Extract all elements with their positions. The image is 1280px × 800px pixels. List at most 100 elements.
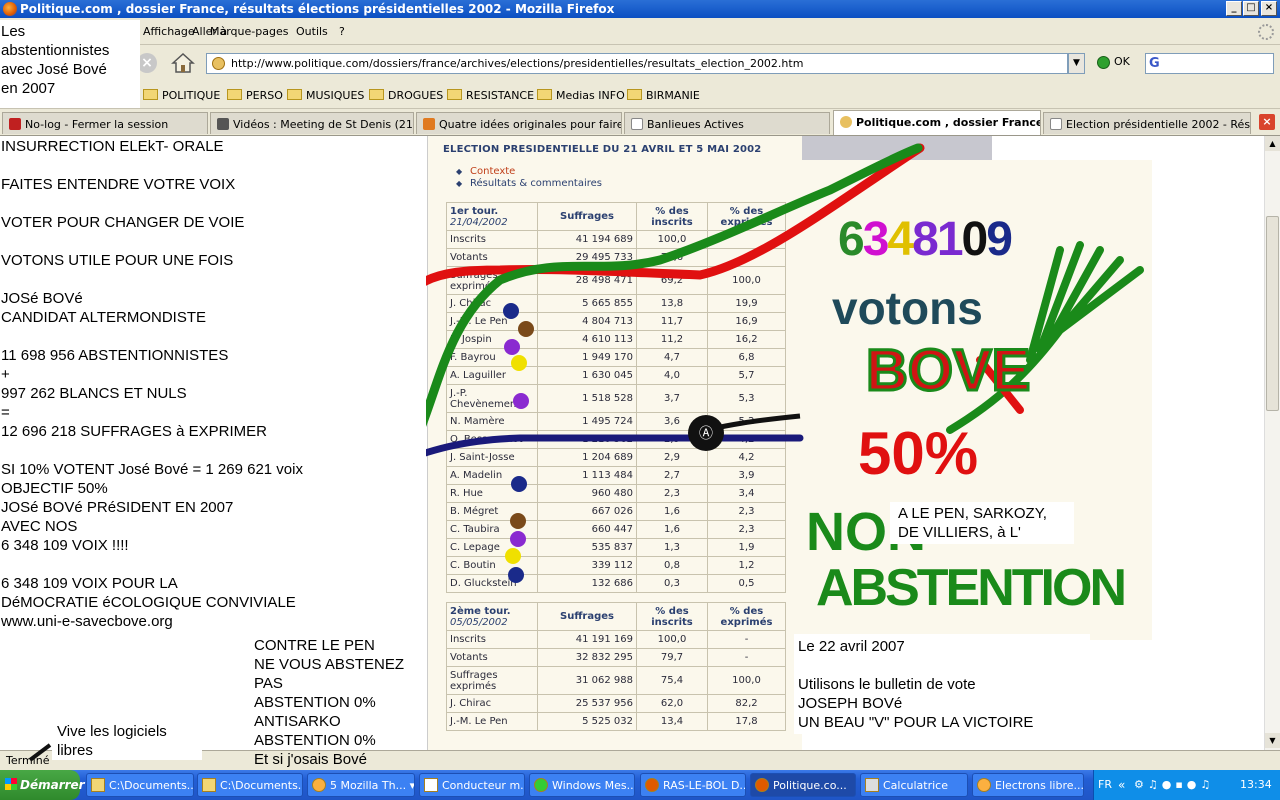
bookmark-perso[interactable]: PERSO (227, 89, 283, 102)
search-input[interactable]: G (1145, 53, 1274, 74)
menu-marque-pages[interactable]: Marque-pages (210, 25, 288, 38)
table-cell: 5 525 032 (537, 712, 637, 731)
table-cell: 17,8 (707, 712, 786, 731)
tab-bar: No-log - Fermer la session Vidéos : Meet… (0, 109, 1280, 136)
table-cell: 28 498 471 (537, 266, 637, 295)
table-cell: 2,7 (636, 466, 708, 485)
url-bar[interactable]: http://www.politique.com/dossiers/france… (206, 53, 1068, 74)
tab-videos[interactable]: Vidéos : Meeting de St Denis (21 f... (210, 112, 414, 134)
url-text: http://www.politique.com/dossiers/france… (231, 57, 804, 70)
go-button[interactable]: OK (1097, 55, 1130, 69)
row-label: F. Bayrou (446, 348, 538, 367)
table-cell: 1,6 (636, 520, 708, 539)
stop-icon[interactable]: × (137, 53, 157, 73)
messenger-icon (534, 778, 548, 792)
paint-digit: 9 (986, 213, 1013, 266)
table-cell: 2,9 (636, 448, 708, 467)
date-note-text: Le 22 avril 2007 Utilisons le bulletin d… (798, 638, 1034, 731)
table-cell: 5,7 (707, 366, 786, 385)
table-row: Inscrits 41 194 689 100,0 (446, 230, 786, 249)
close-button[interactable]: × (1261, 1, 1277, 16)
t2-exprimes-header: % des exprimés (707, 602, 786, 631)
table-cell: 100,0 (636, 630, 708, 649)
taskbar-item-documents-2[interactable]: C:\Documents... (197, 773, 303, 797)
minimize-button[interactable]: _ (1226, 1, 1242, 16)
maximize-button[interactable]: □ (1243, 1, 1259, 16)
tab-election-2002[interactable]: Election présidentielle 2002 - Résu... (1043, 112, 1251, 134)
first-round-table: 1er tour. 21/04/2002 Suffrages % des inscr… (446, 202, 786, 593)
paint-bove-text: BOVE (864, 337, 1031, 405)
scroll-up-icon[interactable]: ▲ (1265, 136, 1280, 151)
close-tab-icon[interactable]: × (1259, 114, 1275, 130)
table-cell: 19,9 (707, 294, 786, 313)
throbber-icon (1258, 24, 1274, 40)
row-label: Suffrages exprimés (446, 266, 538, 295)
home-icon[interactable] (170, 50, 196, 76)
row-label: J. Saint-Josse (446, 448, 538, 467)
tab-nolog[interactable]: No-log - Fermer la session (2, 112, 208, 134)
tab-favicon-icon (423, 118, 435, 130)
bookmark-medias-info[interactable]: Medias INFO (537, 89, 625, 102)
scroll-thumb[interactable] (1266, 216, 1279, 411)
bookmark-resistance[interactable]: RESISTANCE (447, 89, 534, 102)
url-dropdown-button[interactable]: ▼ (1068, 53, 1085, 74)
bookmark-birmanie[interactable]: BIRMANIE (627, 89, 700, 102)
scroll-down-icon[interactable]: ▼ (1265, 733, 1280, 748)
tab-label: Election présidentielle 2002 - Résu... (1066, 118, 1251, 131)
table-cell: 100,0 (707, 266, 786, 295)
taskbar-item-messenger[interactable]: Windows Mes... (529, 773, 635, 797)
taskbar-item-ras-le-bol[interactable]: RAS-LE-BOL D... (640, 773, 746, 797)
tray-icons[interactable]: ⚙♫●▪●♫ (1134, 778, 1214, 791)
table-row: C. Boutin 339 112 0,8 1,2 (446, 556, 786, 575)
taskbar-item-calculatrice[interactable]: Calculatrice (860, 773, 968, 797)
tray-expand-icon[interactable]: « (1118, 778, 1125, 792)
contre-le-pen-text: CONTRE LE PEN NE VOUS ABSTENEZ PAS ABSTE… (254, 637, 405, 768)
table-cell: - (707, 630, 786, 649)
table-cell: 41 191 169 (537, 630, 637, 649)
table-cell: 339 112 (537, 556, 637, 575)
table-cell: 16,9 (707, 312, 786, 331)
taskbar-item-politique-active[interactable]: Politique.co... (750, 773, 856, 797)
table-cell: 13,4 (636, 712, 708, 731)
taskbar-item-conducteur[interactable]: Conducteur m... (419, 773, 525, 797)
table-cell: 1,2 (707, 556, 786, 575)
vertical-scrollbar[interactable]: ▲ ▼ (1264, 136, 1280, 750)
table-row: Suffrages exprimés 31 062 988 75,4 100,0 (446, 666, 786, 695)
row-label: J.-M. Le Pen (446, 712, 538, 731)
paint-digit: 3 (862, 213, 890, 266)
table-cell: 82,2 (707, 694, 786, 713)
folder-icon (202, 778, 216, 792)
table-cell: 1 630 045 (537, 366, 637, 385)
le-pen-sarkozy-text: A LE PEN, SARKOZY, DE VILLIERS, à L' (898, 505, 1047, 541)
menu-outils[interactable]: Outils (296, 25, 328, 38)
tab-politique-active[interactable]: Politique.com , dossier France... (833, 110, 1041, 135)
row-label: J.-M. Le Pen (446, 312, 538, 331)
start-button[interactable]: Démarrer (0, 770, 85, 800)
paint-number-text: 6348109 (838, 212, 1013, 268)
go-label: OK (1114, 55, 1130, 68)
bookmark-politique[interactable]: POLITIQUE (143, 89, 220, 102)
taskbar-item-documents-1[interactable]: C:\Documents... (86, 773, 194, 797)
tab-banlieues[interactable]: Banlieues Actives (624, 112, 830, 134)
table-cell: 5,2 (707, 412, 786, 431)
bookmark-musiques[interactable]: MUSIQUES (287, 89, 364, 102)
menu-help[interactable]: ? (339, 25, 345, 38)
table-row: Inscrits 41 191 169 100,0- (446, 630, 786, 649)
table-cell: 11,2 (636, 330, 708, 349)
menu-affichage[interactable]: Affichage (143, 25, 195, 38)
start-label: Démarrer (20, 778, 85, 792)
row-label: C. Taubira (446, 520, 538, 539)
table-row: R. Hue 960 480 2,3 3,4 (446, 484, 786, 503)
tab-quatre-idees[interactable]: Quatre idées originales pour faire ... (416, 112, 622, 134)
bookmark-drogues[interactable]: DROGUES (369, 89, 443, 102)
row-label: D. Gluckstein (446, 574, 538, 593)
table-cell: 960 480 (537, 484, 637, 503)
language-indicator[interactable]: FR (1098, 778, 1112, 791)
taskbar-item-electrons[interactable]: Electrons libre... (972, 773, 1084, 797)
table-cell: 32 832 295 (537, 648, 637, 667)
link-resultats[interactable]: Résultats & commentaires (456, 178, 602, 190)
link-contexte[interactable]: Contexte (456, 166, 602, 178)
taskbar-item-mozilla-group[interactable]: 5 Mozilla Th... ▾ (307, 773, 415, 797)
clock: 13:34 (1240, 778, 1272, 791)
table-row: J. Chirac 5 665 855 13,8 19,9 (446, 294, 786, 313)
